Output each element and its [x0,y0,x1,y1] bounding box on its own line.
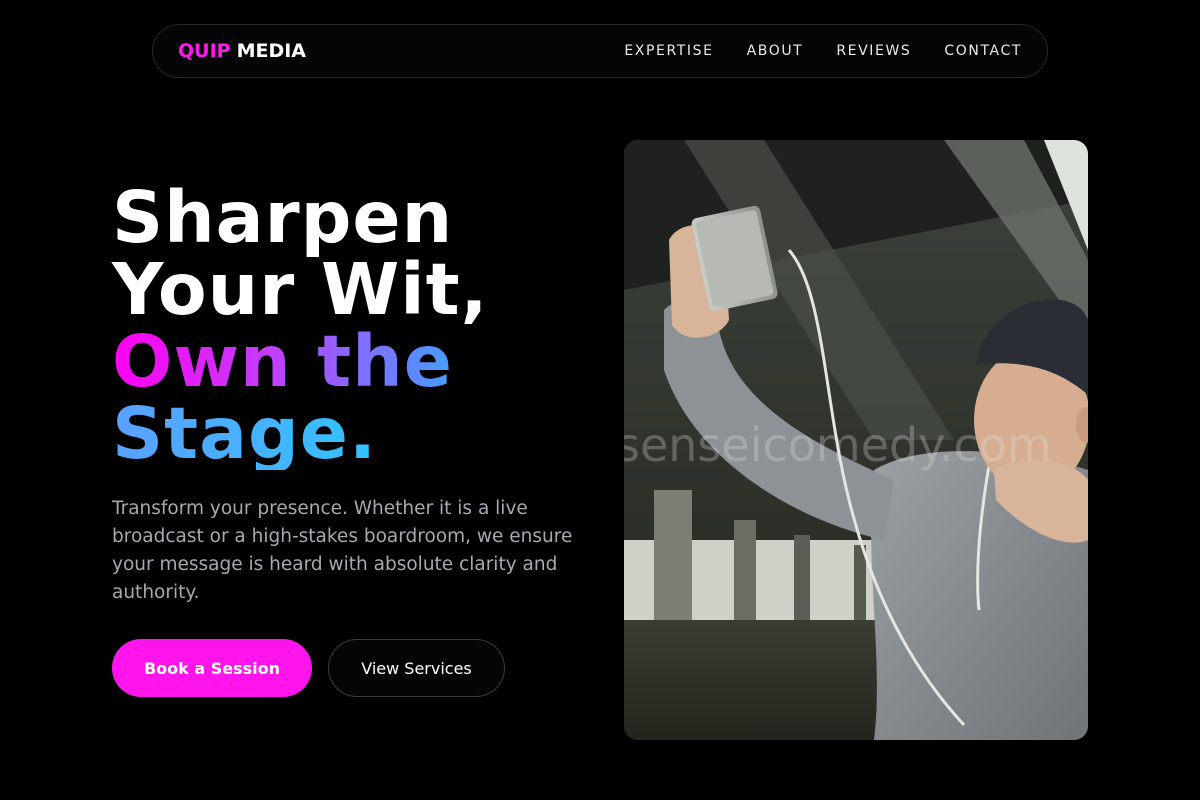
photo-watermark: senseicomedy.com [624,418,1052,472]
view-services-button[interactable]: View Services [328,639,505,697]
nav-link-reviews[interactable]: REVIEWS [836,43,911,59]
nav-link-contact[interactable]: CONTACT [944,43,1022,59]
book-session-button[interactable]: Book a Session [112,639,312,697]
hero-heading-line-2: Your Wit, [112,248,489,331]
nav-link-expertise[interactable]: EXPERTISE [624,43,713,59]
nav-links: EXPERTISE ABOUT REVIEWS CONTACT [624,43,1022,59]
nav-link-about[interactable]: ABOUT [747,43,804,59]
brand-logo[interactable]: QUIP MEDIA [178,40,306,62]
top-navigation: QUIP MEDIA EXPERTISE ABOUT REVIEWS CONTAC… [152,24,1048,78]
hero-heading: Sharpen Your Wit, Own the Stage. [112,182,582,470]
hero-photo: senseicomedy.com [624,140,1088,740]
brand-logo-part2: MEDIA [236,40,307,62]
hero-heading-line-1: Sharpen [112,176,454,259]
hero-description: Transform your presence. Whether it is a… [112,498,573,603]
hero-heading-line-4: Stage. [112,398,582,470]
brand-logo-part1: QUIP [178,40,231,62]
hero-heading-line-3: Own the [112,326,582,398]
